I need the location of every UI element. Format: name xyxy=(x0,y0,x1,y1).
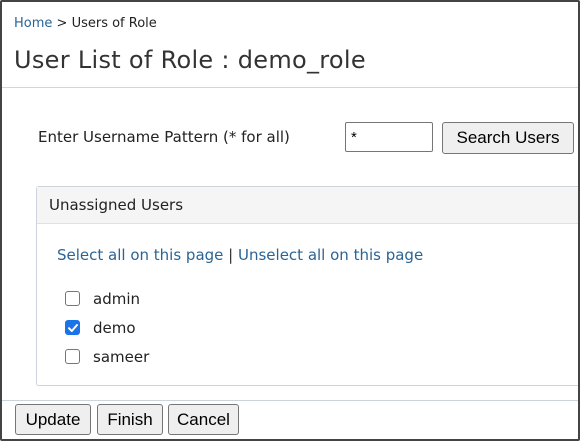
user-name: admin xyxy=(93,290,140,308)
update-button[interactable]: Update xyxy=(15,404,91,435)
select-all-link[interactable]: Select all on this page xyxy=(57,246,223,264)
search-label: Enter Username Pattern (* for all) xyxy=(38,128,290,146)
breadcrumb-current: Users of Role xyxy=(71,16,157,31)
user-checkbox-admin[interactable] xyxy=(65,291,80,306)
breadcrumb: Home > Users of Role xyxy=(14,16,157,31)
user-name: demo xyxy=(93,319,136,337)
checkmark-icon xyxy=(68,324,78,332)
user-name: sameer xyxy=(93,348,150,366)
username-pattern-input[interactable] xyxy=(345,122,433,152)
page-title: User List of Role : demo_role xyxy=(14,46,366,74)
title-divider xyxy=(2,87,578,88)
select-links: Select all on this page | Unselect all o… xyxy=(57,246,423,264)
action-button-bar: Update Finish Cancel xyxy=(2,400,578,439)
finish-button[interactable]: Finish xyxy=(97,404,163,435)
search-users-button[interactable]: Search Users xyxy=(442,122,574,154)
unassigned-users-panel: Unassigned Users Select all on this page… xyxy=(36,186,578,386)
panel-header: Unassigned Users xyxy=(37,187,578,224)
select-links-separator: | xyxy=(223,246,238,264)
role-users-page: Home > Users of Role User List of Role :… xyxy=(0,0,580,441)
breadcrumb-home-link[interactable]: Home xyxy=(14,16,52,31)
breadcrumb-separator: > xyxy=(52,16,72,31)
cancel-button[interactable]: Cancel xyxy=(168,404,239,435)
user-checkbox-demo[interactable] xyxy=(65,320,80,335)
user-checkbox-sameer[interactable] xyxy=(65,349,80,364)
unselect-all-link[interactable]: Unselect all on this page xyxy=(238,246,423,264)
